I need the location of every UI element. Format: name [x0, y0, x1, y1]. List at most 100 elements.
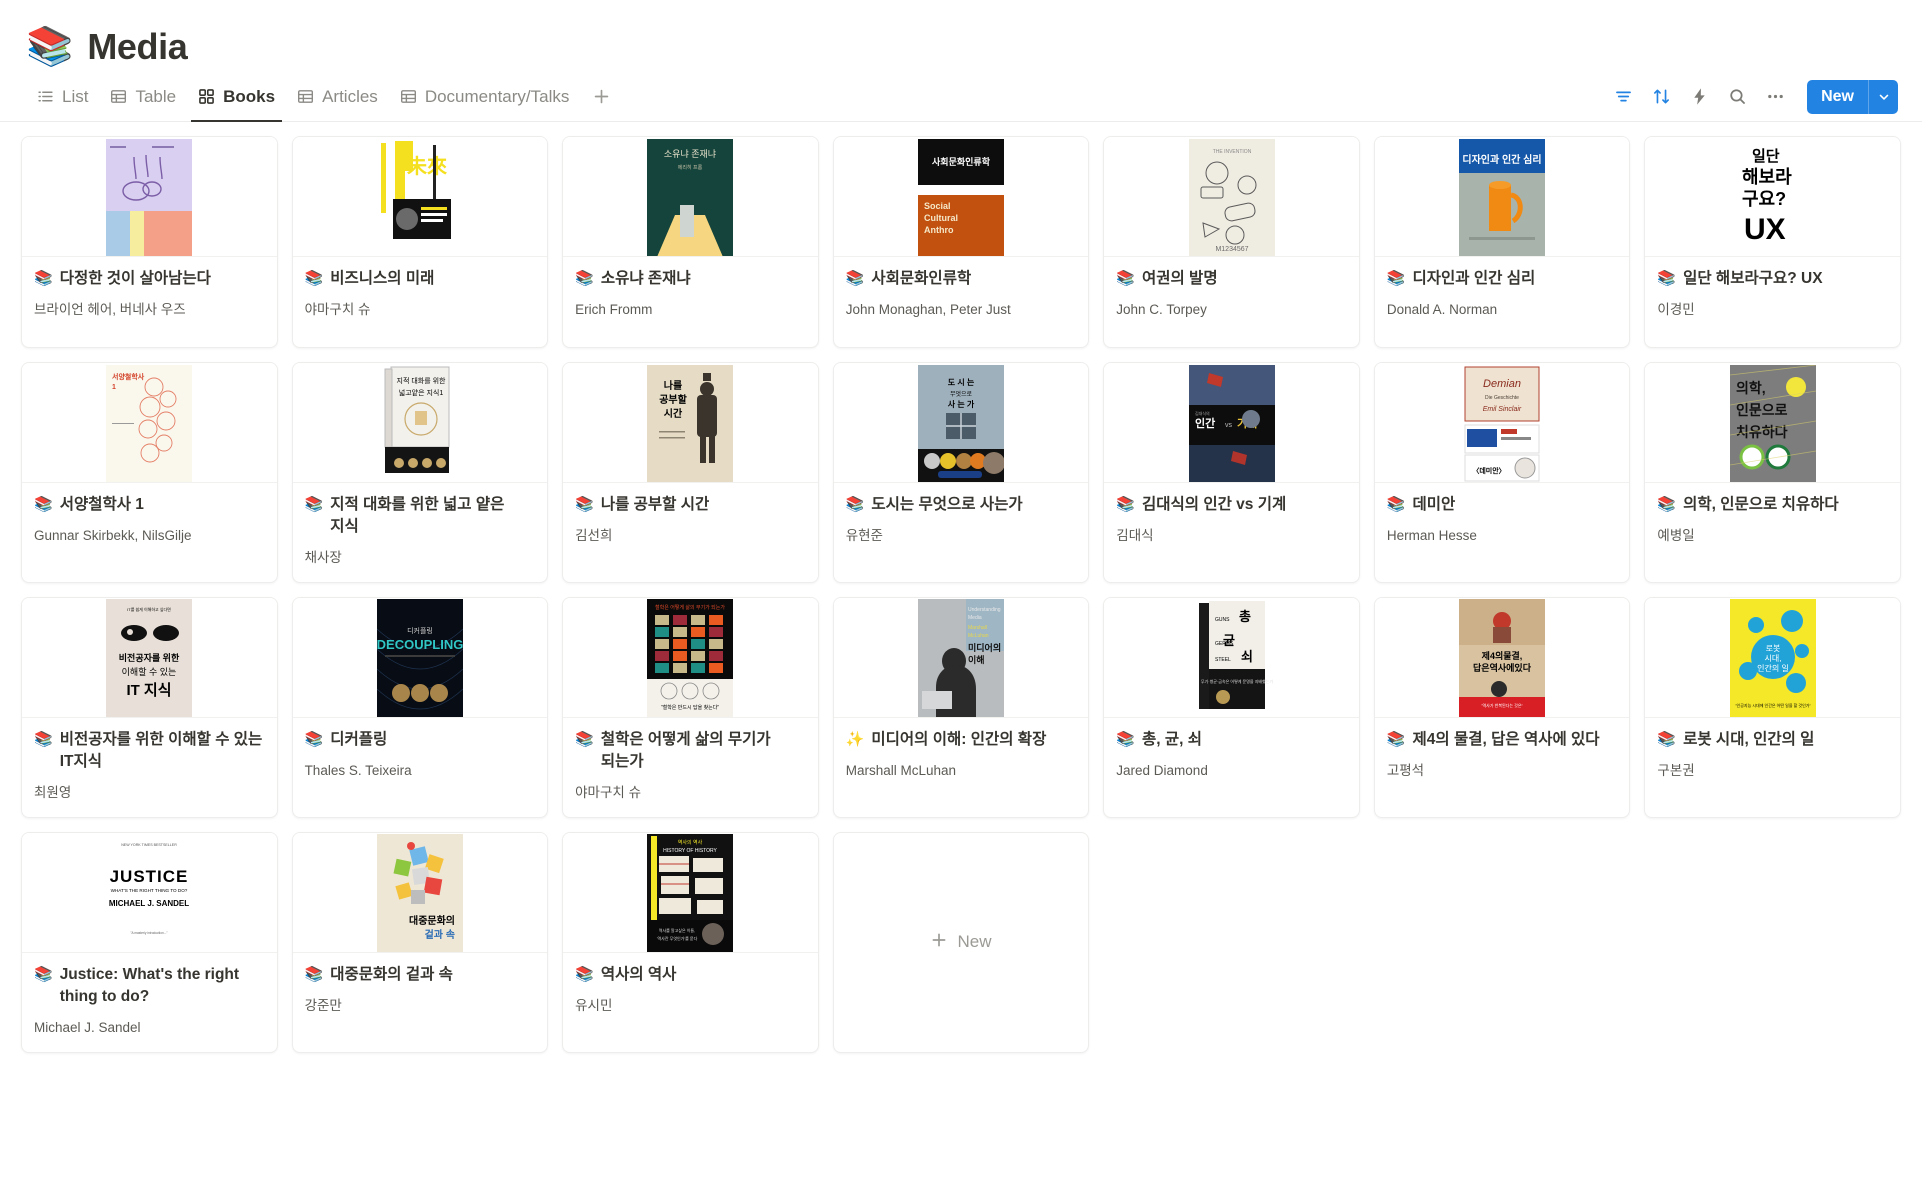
gallery-card[interactable]: 사회문화인류학 Social Cultural Anthro 📚 사회문화인류학 John …: [832, 136, 1090, 348]
card-cover: 사회문화인류학 Social Cultural Anthro: [833, 137, 1089, 257]
card-title-text: 의학, 인문으로 치유하다: [1683, 496, 1839, 513]
more-options-icon[interactable]: [1759, 81, 1791, 113]
gallery-card[interactable]: 未來 📚 비즈니스의 미래 야마구치 슈: [291, 136, 549, 348]
new-card-button[interactable]: New: [832, 831, 1090, 1053]
svg-text:"A masterly introduction...": "A masterly introduction...": [131, 931, 168, 935]
gallery-card[interactable]: 지적 대화를 위한 넓고얕은 지식1 📚 지적 대화를 위한 넓고 얕은 지식 채사장: [291, 362, 549, 583]
card-title: 📚 총, 균, 쇠: [1116, 729, 1347, 751]
tab-list[interactable]: List: [26, 72, 99, 121]
card-author: 유시민: [575, 997, 613, 1013]
card-title: 📚 대중문화의 겉과 속: [305, 964, 536, 986]
book-cover-image: Understanding Media Marshall McLuhan 미디어의 이해: [917, 599, 1004, 717]
search-icon[interactable]: [1721, 81, 1753, 113]
card-title-text: 디커플링: [330, 730, 388, 748]
card-emoji-icon: 📚: [34, 270, 53, 287]
svg-text:인간의 일: 인간의 일: [1757, 663, 1789, 673]
gallery-card[interactable]: THE INVENTION M1234567 📚 여권의 발명 John C. Torp…: [1103, 136, 1360, 348]
book-cover-image: THE INVENTION M1234567: [1188, 138, 1275, 256]
book-cover-image: 총 균 쇠 GUNS GERMS STEEL 무기·병균·금속은 어떻게 문명을 지배했는가: [1188, 599, 1275, 717]
plus-icon: [930, 931, 948, 954]
table-icon: [400, 88, 417, 105]
card-author: Thales S. Teixeira: [304, 762, 412, 778]
card-body: 📚 비전공자를 위한 이해할 수 있는 IT지식 최원영: [22, 718, 277, 817]
gallery-card[interactable]: 일단 해보라 구요? UX 📚 일단 해보라구요? UX 이경민: [1644, 136, 1901, 348]
list-icon: [37, 88, 54, 105]
gallery-card[interactable]: 역사의 역사 HISTORY OF HISTORY 역사를 알고싶은 이들, '역사란…: [562, 831, 819, 1053]
card-body: 📚 여권의 발명 John C. Torpey: [1104, 257, 1359, 347]
chevron-down-icon[interactable]: [1868, 79, 1898, 114]
card-author: 야마구치 슈: [304, 302, 371, 317]
view-tabs: List Table Books Articles Documentary/Ta…: [26, 72, 616, 122]
card-cover: THE INVENTION M1234567: [1104, 137, 1359, 257]
add-view-button[interactable]: [586, 82, 616, 112]
card-title: 📚 제4의 물결, 답은 역사에 있다: [1387, 729, 1618, 751]
gallery-card[interactable]: 도 시 는 무엇으로 사 는 가 📚 도시는 무엇으로 사는가 유현준: [832, 362, 1090, 583]
gallery-card[interactable]: 의학, 인문으로 치유하다 📚 의학, 인문으로 치유하다 예병일: [1644, 362, 1901, 583]
card-body: 📚 도시는 무엇으로 사는가 유현준: [834, 483, 1089, 582]
card-title: 📚 디자인과 인간 심리: [1387, 268, 1618, 290]
book-cover-image: 대중문화의 겉과 속: [376, 834, 463, 952]
tab-articles[interactable]: Articles: [286, 72, 389, 121]
svg-text:Social: Social: [924, 201, 951, 211]
gallery-card[interactable]: Demian Die Geschichte Emil Sinclair 〈데미안〉 📚 데…: [1373, 362, 1631, 583]
svg-text:총: 총: [1239, 609, 1251, 624]
card-author: Marshall McLuhan: [845, 762, 957, 778]
card-title-text: Justice: What's the right thing to do?: [59, 965, 240, 1005]
gallery-card[interactable]: 대중문화의 겉과 속 📚 대중문화의 겉과 속강준만: [291, 831, 549, 1053]
card-title-text: 나를 공부할 시간: [600, 496, 710, 513]
svg-text:넓고얕은 지식1: 넓고얕은 지식1: [399, 388, 444, 397]
gallery-card[interactable]: 소유냐 존재냐 에리히 프롬 📚 소유냐 존재냐 Erich Fromm: [562, 136, 819, 348]
gallery-card[interactable]: 📚 다정한 것이 살아남는다 브라이언 헤어, 버네사 우즈: [21, 136, 278, 348]
gallery-card[interactable]: Understanding Media Marshall McLuhan 미디어의 이해 ✨…: [832, 596, 1090, 818]
svg-text:1: 1: [112, 384, 116, 391]
gallery-card[interactable]: 디자인과 인간 심리 📚 디자인과 인간 심리 Donald A. Norman: [1373, 136, 1631, 348]
card-emoji-icon: 📚: [575, 270, 594, 287]
card-title-text: 대중문화의 겉과 속: [330, 965, 453, 983]
card-body: 📚 총, 균, 쇠 Jared Diamond: [1104, 718, 1359, 817]
gallery-card[interactable]: 철학은 어떻게 삶의 무기가 되는가 "철학은 반드시 답을 찾는다" 📚 철학은 어…: [562, 596, 819, 818]
tab-documentary-talks[interactable]: Documentary/Talks: [389, 72, 581, 121]
card-body: 📚 서양철학사 1 Gunnar Skirbekk, NilsGilje: [22, 483, 277, 582]
card-author: 유현준: [845, 528, 883, 543]
lightning-icon[interactable]: [1683, 81, 1715, 113]
gallery-card[interactable]: 서양철학사 1 📚 서양철학사 1 Gunnar Skirbekk, NilsGilje: [21, 362, 278, 583]
book-cover-image: 서양철학사 1: [106, 364, 193, 482]
svg-text:未來: 未來: [407, 155, 447, 178]
card-body: 📚 디커플링 Thales S. Teixeira: [293, 718, 548, 817]
book-cover-image: 사회문화인류학 Social Cultural Anthro: [917, 138, 1004, 256]
card-author: John Monaghan, Peter Just: [845, 302, 1011, 317]
svg-text:공부할: 공부할: [660, 393, 688, 406]
gallery-card[interactable]: NEW YORK TIMES BESTSELLER JUSTICE WHAT'S T…: [21, 831, 278, 1053]
gallery-card[interactable]: 나를 공부할 시간 📚 나를 공부할 시간 김선희: [562, 362, 819, 583]
svg-text:소유냐 존재냐: 소유냐 존재냐: [664, 149, 716, 159]
card-cover: 도 시 는 무엇으로 사 는 가: [833, 363, 1089, 483]
svg-text:'역사란 무엇인가'를 묻다: '역사란 무엇인가'를 묻다: [657, 935, 698, 941]
gallery-card[interactable]: 총 균 쇠 GUNS GERMS STEEL 무기·병균·금속은 어떻게 문명을 지배했는가…: [1103, 596, 1360, 818]
gallery-card[interactable]: IT를 쉽게 이해하고 싶다면 비전공자를 위한 이해할 수 있는 IT 지식 📚 비전공…: [21, 596, 278, 818]
card-body: 📚 Justice: What's the right thing to do? M…: [22, 953, 277, 1052]
filter-icon[interactable]: [1607, 81, 1639, 113]
gallery-card[interactable]: 제4의물결, 답은역사에있다 "역사가 반복된다는 것은" 📚 제4의 물결, 답은 역…: [1373, 596, 1631, 818]
gallery-card[interactable]: 로봇 시대, 인간의 일 "인공지능 시대에 인간은 어떤 일을 할 것인가" 📚 로봇 …: [1644, 596, 1901, 818]
card-author: 강준만: [304, 997, 342, 1013]
new-button[interactable]: New: [1807, 79, 1898, 114]
card-title-text: 도시는 무엇으로 사는가: [871, 496, 1023, 513]
tab-table-label: Table: [135, 86, 177, 106]
book-cover-image: 나를 공부할 시간: [647, 364, 734, 482]
card-emoji-icon: 📚: [1116, 270, 1135, 287]
gallery-card[interactable]: 디커플링 DECOUPLING 📚 디커플링 Thales S. Teixeira: [291, 596, 549, 818]
card-title-text: 비즈니스의 미래: [330, 270, 435, 287]
tab-table[interactable]: Table: [99, 72, 187, 121]
book-cover-image: NEW YORK TIMES BESTSELLER JUSTICE WHAT'S T…: [106, 834, 193, 952]
card-title-text: 총, 균, 쇠: [1141, 730, 1202, 748]
tab-books[interactable]: Books: [187, 72, 286, 122]
card-emoji-icon: 📚: [575, 965, 594, 983]
svg-text:Media: Media: [968, 615, 982, 621]
card-title: 📚 소유냐 존재냐: [575, 268, 806, 290]
card-body: 📚 비즈니스의 미래 야마구치 슈: [293, 257, 548, 347]
card-body: 📚 나를 공부할 시간 김선희: [563, 483, 818, 582]
card-cover: Understanding Media Marshall McLuhan 미디어의 이해: [833, 597, 1089, 718]
gallery-card[interactable]: 인간vs기계김대식의📚김대식의 인간 vs 기계김대식: [1103, 362, 1360, 583]
sort-icon[interactable]: [1645, 81, 1677, 113]
card-author: 브라이언 헤어, 버네사 우즈: [34, 302, 186, 317]
